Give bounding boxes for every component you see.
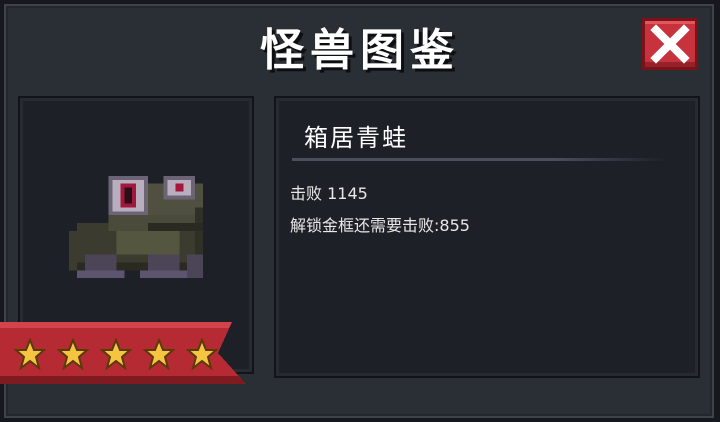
monster-name: 箱居青蛙: [304, 124, 408, 152]
unlock-progress: 解锁金框还需要击败:855: [290, 216, 470, 235]
frog-sprite: [69, 175, 203, 279]
star-icon: [186, 338, 218, 370]
divider: [292, 158, 668, 161]
star-icon: [57, 338, 89, 370]
star-icon: [143, 338, 175, 370]
star-icon: [14, 338, 46, 370]
page-title: 怪兽图鉴: [260, 25, 460, 76]
star-rating: [14, 338, 218, 370]
close-icon: [650, 24, 690, 64]
star-icon: [100, 338, 132, 370]
defeated-count: 击败 1145: [290, 184, 368, 203]
close-button[interactable]: [642, 18, 698, 70]
